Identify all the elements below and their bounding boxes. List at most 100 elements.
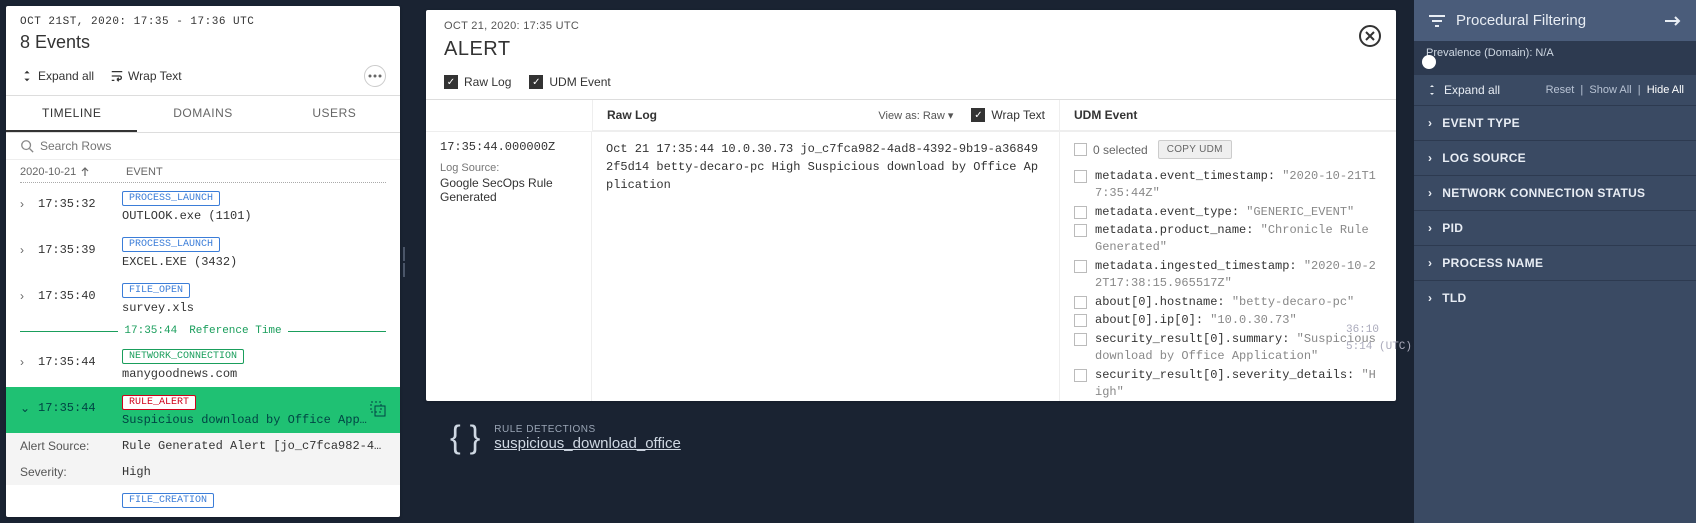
filter-section[interactable]: › LOG SOURCE bbox=[1414, 140, 1696, 175]
arrow-right-icon[interactable] bbox=[1664, 14, 1682, 28]
event-tag: RULE_ALERT bbox=[122, 395, 196, 410]
udm-checkbox[interactable] bbox=[1074, 224, 1087, 237]
tab-users[interactable]: USERS bbox=[269, 96, 400, 132]
udm-checkbox[interactable] bbox=[1074, 206, 1087, 219]
wrap-text-label: Wrap Text bbox=[128, 69, 182, 83]
udm-event-checkbox[interactable]: ✓UDM Event bbox=[529, 75, 610, 89]
chevron-right-icon: › bbox=[1428, 291, 1432, 305]
expand-icon bbox=[1426, 84, 1438, 96]
udm-field: security_result[0].severity_details: "Hi… bbox=[1060, 366, 1396, 402]
log-source-label: Log Source: bbox=[440, 162, 577, 174]
rule-detections-label: RULE DETECTIONS bbox=[494, 424, 681, 435]
chevron-right-icon: › bbox=[1428, 221, 1432, 235]
detail-row: Alert Source: Rule Generated Alert [jo_c… bbox=[6, 433, 400, 459]
udm-checkbox[interactable] bbox=[1074, 296, 1087, 309]
ref-time-label: Reference Time bbox=[183, 325, 287, 337]
filter-title: Procedural Filtering bbox=[1456, 12, 1654, 29]
udm-field: metadata.product_name: "Chronicle Rule G… bbox=[1060, 221, 1396, 257]
copy-udm-button[interactable]: COPY UDM bbox=[1158, 140, 1232, 159]
expand-all-button[interactable]: Expand all bbox=[1426, 83, 1500, 97]
event-tag: PROCESS_LAUNCH bbox=[122, 191, 220, 206]
event-text: survey.xls bbox=[122, 301, 386, 315]
udm-checkbox[interactable] bbox=[1074, 333, 1087, 346]
select-icon[interactable] bbox=[370, 401, 386, 417]
col-event: EVENT bbox=[126, 166, 163, 178]
expand-icon bbox=[20, 69, 34, 83]
reset-link[interactable]: Reset bbox=[1546, 84, 1575, 96]
event-row[interactable]: ›17:35:32PROCESS_LAUNCHOUTLOOK.exe (1101… bbox=[6, 183, 400, 229]
slider-handle[interactable] bbox=[1422, 55, 1436, 69]
event-time: 17:35:32 bbox=[38, 197, 122, 211]
search-input[interactable] bbox=[40, 139, 386, 153]
timestamp: 17:35:44.000000Z bbox=[440, 140, 577, 154]
alert-title: ALERT bbox=[444, 38, 1378, 61]
tab-timeline[interactable]: TIMELINE bbox=[6, 96, 137, 132]
chevron-right-icon: › bbox=[1428, 116, 1432, 130]
filter-section-label: EVENT TYPE bbox=[1442, 116, 1520, 130]
ref-time: 17:35:44 bbox=[118, 325, 183, 337]
udm-field: metadata.ingested_timestamp: "2020-10-22… bbox=[1060, 257, 1396, 293]
filter-section-label: LOG SOURCE bbox=[1442, 151, 1526, 165]
expand-all-label: Expand all bbox=[1444, 83, 1500, 97]
udm-checkbox[interactable] bbox=[1074, 260, 1087, 273]
raw-log-label: Raw Log bbox=[464, 75, 511, 89]
expand-all-button[interactable]: Expand all bbox=[20, 69, 94, 83]
date-range: OCT 21ST, 2020: 17:35 - 17:36 UTC bbox=[20, 16, 386, 28]
filter-section[interactable]: › TLD bbox=[1414, 280, 1696, 315]
tab-domains[interactable]: DOMAINS bbox=[137, 96, 268, 132]
udm-field: metadata.event_timestamp: "2020-10-21T17… bbox=[1060, 167, 1396, 203]
sort-asc-icon[interactable] bbox=[80, 167, 90, 177]
more-menu-button[interactable] bbox=[364, 65, 386, 87]
wrap-label: Wrap Text bbox=[991, 108, 1045, 122]
event-text: OUTLOOK.exe (1101) bbox=[122, 209, 386, 223]
dots-icon bbox=[368, 74, 382, 78]
filter-section[interactable]: ›PID bbox=[1414, 210, 1696, 245]
event-row[interactable]: ›17:35:39PROCESS_LAUNCHEXCEL.EXE (3432) bbox=[6, 229, 400, 275]
udm-checkbox[interactable] bbox=[1074, 369, 1087, 382]
event-row[interactable]: FILE_CREATION bbox=[6, 485, 400, 511]
udm-event-label: UDM Event bbox=[549, 75, 610, 89]
event-text: Suspicious download by Office Applica… bbox=[122, 413, 370, 427]
col-raw-log: Raw Log bbox=[607, 108, 657, 122]
wrap-text-checkbox[interactable]: ✓Wrap Text bbox=[971, 108, 1045, 122]
udm-field: metadata.event_type: "GENERIC_EVENT" bbox=[1060, 203, 1396, 222]
selected-count: 0 selected bbox=[1093, 143, 1148, 157]
filter-section[interactable]: › PROCESS NAME bbox=[1414, 245, 1696, 280]
event-tag: NETWORK_CONNECTION bbox=[122, 349, 244, 364]
events-panel: OCT 21ST, 2020: 17:35 - 17:36 UTC 8 Even… bbox=[6, 6, 400, 517]
filter-section[interactable]: › NETWORK CONNECTION STATUS bbox=[1414, 175, 1696, 210]
hide-all-link[interactable]: Hide All bbox=[1647, 84, 1684, 96]
chevron-right-icon: › bbox=[1428, 256, 1432, 270]
raw-log-checkbox[interactable]: ✓Raw Log bbox=[444, 75, 511, 89]
udm-select-all[interactable]: 0 selected bbox=[1074, 143, 1148, 157]
udm-checkbox[interactable] bbox=[1074, 170, 1087, 183]
wrap-icon bbox=[110, 69, 124, 83]
event-row[interactable]: › 17:35:44 NETWORK_CONNECTION manygoodne… bbox=[6, 341, 400, 387]
filter-section-label: PROCESS NAME bbox=[1442, 256, 1543, 270]
detail-panel: OCT 21, 2020: 17:35 UTC ALERT ✓Raw Log ✓… bbox=[408, 0, 1414, 523]
chevron-right-icon: › bbox=[1428, 186, 1432, 200]
chevron-right-icon: › bbox=[1428, 151, 1432, 165]
braces-icon: { } bbox=[450, 419, 480, 456]
close-button[interactable] bbox=[1358, 24, 1382, 48]
resize-handle[interactable] bbox=[400, 0, 408, 523]
filter-section[interactable]: › EVENT TYPE bbox=[1414, 105, 1696, 140]
log-source-value: Google SecOps Rule Generated bbox=[440, 176, 577, 204]
filter-section-label: TLD bbox=[1442, 291, 1466, 305]
view-as-dropdown[interactable]: View as: Raw ▾ bbox=[878, 109, 953, 122]
event-time: 17:35:44 bbox=[38, 355, 122, 369]
udm-checkbox[interactable] bbox=[1074, 314, 1087, 327]
prevalence-label: Prevalence (Domain): N/A bbox=[1426, 47, 1554, 59]
timestamp-overlay: 36:10 5:14 (UTC) bbox=[1346, 322, 1412, 355]
wrap-text-button[interactable]: Wrap Text bbox=[110, 69, 182, 83]
event-tag: PROCESS_LAUNCH bbox=[122, 237, 220, 252]
chevron-right-icon: › bbox=[20, 289, 38, 303]
col-date: 2020-10-21 bbox=[20, 166, 76, 178]
filter-section-label: NETWORK CONNECTION STATUS bbox=[1442, 186, 1645, 200]
show-all-link[interactable]: Show All bbox=[1589, 84, 1631, 96]
event-row[interactable]: ›17:35:40FILE_OPENsurvey.xls bbox=[6, 275, 400, 321]
event-row-selected[interactable]: ⌄ 17:35:44 RULE_ALERT Suspicious downloa… bbox=[6, 387, 400, 433]
detail-row: Severity: High bbox=[6, 459, 400, 485]
rule-name-link[interactable]: suspicious_download_office bbox=[494, 435, 681, 452]
filter-panel: Procedural Filtering Prevalence (Domain)… bbox=[1414, 0, 1696, 523]
